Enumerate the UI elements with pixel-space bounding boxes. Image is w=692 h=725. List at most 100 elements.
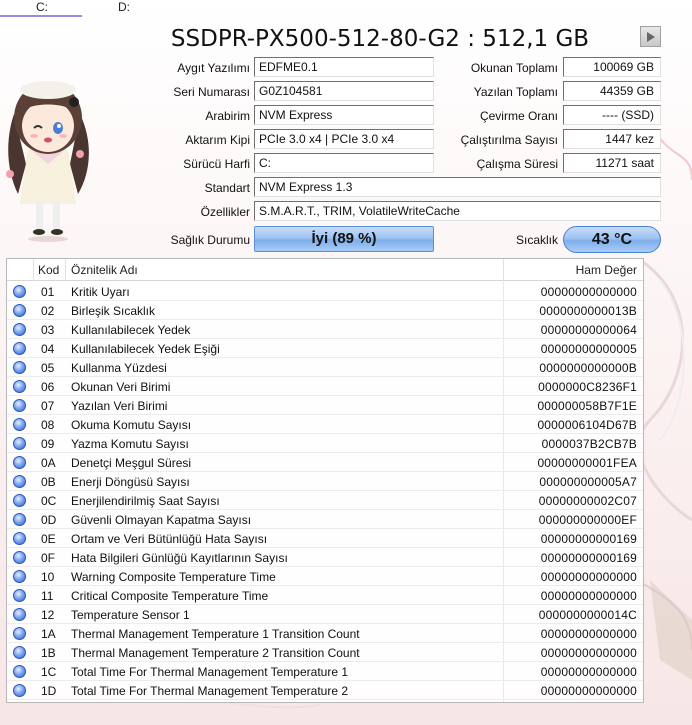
attribute-code: 0A [41,456,56,470]
drive-title: SSDPR-PX500-512-80-G2 : 512,1 GB [170,26,590,52]
attribute-raw-value: 000000000005A7 [539,475,637,489]
attribute-raw-value: 00000000000000 [540,627,637,641]
attribute-raw-value: 00000000000005 [540,342,637,356]
temperature-label: Sıcaklık [515,233,558,247]
attribute-code: 0D [41,513,57,527]
table-row[interactable]: 0B Enerji Döngüsü Sayısı 000000000005A7 [7,472,643,491]
health-status-button[interactable]: İyi (89 %) [254,226,434,252]
attribute-name: Enerji Döngüsü Sayısı [71,475,190,489]
standard-label: Standart [204,181,250,195]
attribute-raw-value: 00000000001FEA [537,456,637,470]
table-row[interactable]: 0D Güvenli Olmayan Kapatma Sayısı 00000000… [7,510,643,529]
attribute-raw-value: 00000000000169 [540,532,637,546]
table-row[interactable]: 1A Thermal Management Temperature 1 Trans… [7,624,643,643]
power-on-hours-value: 11271 saat [563,153,661,173]
status-dot-icon [13,456,26,469]
features-value: S.M.A.R.T., TRIM, VolatileWriteCache [254,201,661,221]
attribute-raw-value: 0000006104D67B [537,418,637,432]
firmware-value: EDFME0.1 [254,57,434,77]
table-row[interactable]: 0A Denetçi Meşgul Süresi 00000000001FEA [7,453,643,472]
table-row[interactable]: 1C Total Time For Thermal Management Temp… [7,662,643,681]
attribute-raw-value: 00000000000000 [540,570,637,584]
table-row[interactable]: 0F Hata Bilgileri Günlüğü Kayıtlarının Sa… [7,548,643,567]
tab-drive-d[interactable]: D: [82,0,164,17]
table-row[interactable]: 12 Temperature Sensor 1 0000000000014C [7,605,643,624]
attribute-name: Total Time For Thermal Management Temper… [71,665,349,679]
next-drive-button[interactable] [640,26,661,47]
attribute-raw-value: 00000000000000 [540,684,637,698]
attribute-name: Thermal Management Temperature 1 Transit… [71,627,360,641]
attribute-name: Ortam ve Veri Bütünlüğü Hata Sayısı [71,532,268,546]
attribute-name: Okuma Komutu Sayısı [71,418,192,432]
serial-value: G0Z104581 [254,81,434,101]
table-row[interactable]: 03 Kullanılabilecek Yedek 00000000000064 [7,320,643,339]
attribute-code: 10 [41,570,55,584]
drive-letter-label: Sürücü Harfi [183,157,250,171]
attribute-name: Critical Composite Temperature Time [71,589,269,603]
mascot-illustration [6,81,89,242]
table-header: Kod Öznitelik Adı Ham Değer [7,259,643,281]
total-reads-value: 100069 GB [563,57,661,77]
header-raw-value[interactable]: Ham Değer [576,263,637,277]
header-attribute-name[interactable]: Öznitelik Adı [71,263,138,277]
status-dot-icon [13,361,26,374]
status-dot-icon [13,380,26,393]
interface-value: NVM Express [254,105,434,125]
attribute-name: Hata Bilgileri Günlüğü Kayıtlarının Sayı… [71,551,288,565]
table-row[interactable]: 04 Kullanılabilecek Yedek Eşiği 0000000000… [7,339,643,358]
attribute-name: Warning Composite Temperature Time [71,570,276,584]
table-row[interactable]: 09 Yazma Komutu Sayısı 0000037B2CB7B [7,434,643,453]
attribute-raw-value: 00000000000064 [540,323,637,337]
attribute-raw-value: 000000058B7F1E [537,399,637,413]
attribute-name: Thermal Management Temperature 2 Transit… [71,646,360,660]
power-on-count-label: Çalıştırılma Sayısı [460,133,558,147]
attribute-raw-value: 0000000000014C [538,608,637,622]
attribute-name: Okunan Veri Birimi [71,380,171,394]
table-row[interactable]: 06 Okunan Veri Birimi 0000000C8236F1 [7,377,643,396]
attribute-code: 1D [41,684,57,698]
column-divider [503,259,504,281]
attribute-name: Kullanma Yüzdesi [71,361,167,375]
standard-value: NVM Express 1.3 [254,177,661,197]
firmware-label: Aygıt Yazılımı [177,61,250,75]
table-row[interactable]: 0E Ortam ve Veri Bütünlüğü Hata Sayısı 000… [7,529,643,548]
attribute-name: Kullanılabilecek Yedek [71,323,191,337]
status-dot-icon [13,418,26,431]
drive-tabs: C: D: [0,0,692,18]
table-row[interactable]: 11 Critical Composite Temperature Time 000… [7,586,643,605]
status-dot-icon [13,285,26,298]
total-writes-label: Yazılan Toplamı [473,85,558,99]
tab-drive-c[interactable]: C: [0,0,82,17]
table-row[interactable]: 1B Thermal Management Temperature 2 Trans… [7,643,643,662]
status-dot-icon [13,608,26,621]
status-dot-icon [13,494,26,507]
table-row[interactable]: 10 Warning Composite Temperature Time 0000… [7,567,643,586]
table-row[interactable]: 07 Yazılan Veri Birimi 000000058B7F1E [7,396,643,415]
transfer-mode-label: Aktarım Kipi [185,133,250,147]
status-dot-icon [13,589,26,602]
temperature-button[interactable]: 43 °C [563,226,661,253]
table-row[interactable]: 0C Enerjilendirilmiş Saat Sayısı 000000000… [7,491,643,510]
status-dot-icon [13,646,26,659]
attribute-name: Temperature Sensor 1 [71,608,190,622]
attribute-code: 06 [41,380,55,394]
table-row[interactable]: 08 Okuma Komutu Sayısı 0000006104D67B [7,415,643,434]
attribute-name: Yazılan Veri Birimi [71,399,168,413]
status-dot-icon [13,627,26,640]
attribute-code: 0B [41,475,56,489]
attribute-raw-value: 00000000000169 [540,551,637,565]
attribute-raw-value: 00000000002C07 [538,494,637,508]
table-row[interactable]: 05 Kullanma Yüzdesi 0000000000000B [7,358,643,377]
attribute-code: 0C [41,494,57,508]
attribute-raw-value: 000000000000EF [538,513,637,527]
attribute-code: 03 [41,323,55,337]
table-row[interactable]: 02 Birleşik Sıcaklık 0000000000013B [7,301,643,320]
serial-label: Seri Numarası [173,85,250,99]
table-row[interactable]: 1D Total Time For Thermal Management Temp… [7,681,643,700]
attribute-code: 01 [41,285,55,299]
header-code[interactable]: Kod [38,263,59,277]
status-dot-icon [13,551,26,564]
attribute-name: Total Time For Thermal Management Temper… [71,684,349,698]
table-row[interactable]: 01 Kritik Uyarı 00000000000000 [7,282,643,301]
attribute-name: Kullanılabilecek Yedek Eşiği [71,342,220,356]
